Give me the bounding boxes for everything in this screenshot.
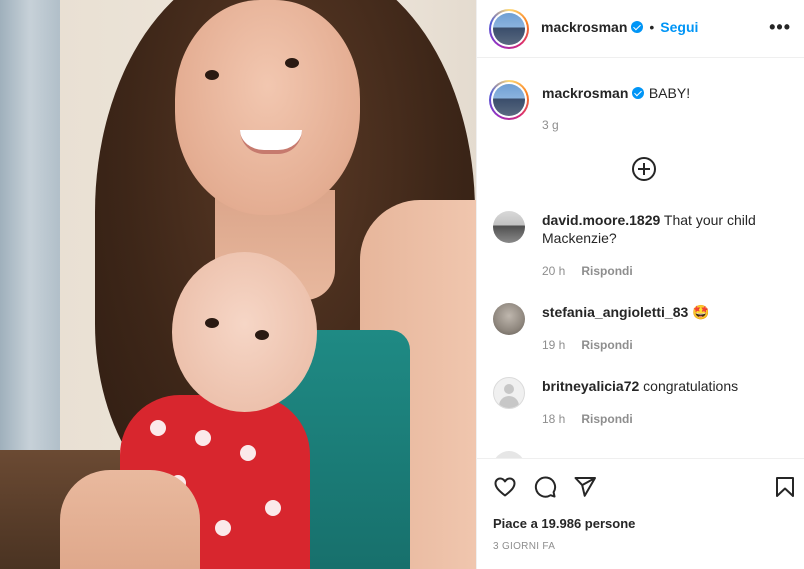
caption-username[interactable]: mackrosman [542, 85, 628, 101]
reply-button[interactable]: Rispondi [581, 338, 632, 352]
comment-username[interactable]: stefania_angioletti_83 [542, 304, 688, 320]
comment-text: congratulations [643, 378, 739, 394]
post-actions: Piace a 19.986 persone 3 GIORNI FA [477, 458, 804, 569]
photo-baby-eye [205, 318, 219, 328]
caption-text: BABY! [648, 85, 691, 101]
comment-meta: 20 h Rispondi [542, 264, 633, 278]
comment-age: 20 h [542, 264, 566, 278]
author-avatar[interactable] [489, 9, 529, 49]
comment-username[interactable]: david.moore.1829 [542, 212, 660, 228]
comment-username[interactable]: britneyalicia72 [542, 378, 639, 394]
photo-flower-dot [265, 500, 281, 516]
comment-meta: 18 h Rispondi [542, 412, 633, 426]
bookmark-icon[interactable] [773, 475, 797, 499]
author-line: mackrosman • Segui [541, 19, 698, 37]
photo-baby-face [172, 252, 317, 412]
heart-icon[interactable] [493, 475, 517, 499]
comment-item: david.moore.1829 That your child Mackenz… [542, 211, 782, 247]
comment-icon[interactable] [533, 475, 557, 499]
photo-mother-face [175, 0, 360, 215]
photo-eye [285, 58, 299, 68]
post-date: 3 GIORNI FA [493, 541, 556, 552]
follow-button[interactable]: Segui [660, 19, 698, 35]
caption-avatar[interactable] [489, 80, 529, 120]
verified-badge-icon [632, 87, 645, 99]
comment-item: stefania_angioletti_83 🤩 [542, 303, 782, 321]
verified-badge-icon [631, 21, 644, 33]
reply-button[interactable]: Rispondi [581, 264, 632, 278]
plus-circle-icon[interactable] [632, 157, 656, 181]
photo-baby-eye [255, 330, 269, 340]
photo-flower-dot [150, 420, 166, 436]
commenter-avatar[interactable] [493, 377, 525, 409]
comment-age: 18 h [542, 412, 566, 426]
photo-curtain [0, 0, 60, 460]
reply-button[interactable]: Rispondi [581, 412, 632, 426]
commenter-avatar[interactable] [493, 451, 525, 458]
photo-flower-dot [240, 445, 256, 461]
commenter-avatar[interactable] [493, 211, 525, 243]
comments-list[interactable]: mackrosman BABY! 3 g david.moore.1829 Th… [477, 58, 804, 458]
commenter-avatar[interactable] [493, 303, 525, 335]
comment-meta: 19 h Rispondi [542, 338, 633, 352]
comment-item: britneyalicia72 congratulations [542, 377, 782, 395]
photo-eye [205, 70, 219, 80]
photo-flower-dot [215, 520, 231, 536]
more-options-icon[interactable]: ••• [769, 18, 791, 36]
photo-hand [60, 470, 200, 569]
photo-flower-dot [195, 430, 211, 446]
comment-text: 🤩 [692, 304, 710, 320]
paper-plane-icon[interactable] [573, 475, 597, 499]
caption-line: mackrosman BABY! [542, 84, 690, 103]
comment-age: 19 h [542, 338, 566, 352]
likes-count[interactable]: Piace a 19.986 persone [493, 516, 635, 531]
post-photo[interactable] [0, 0, 476, 569]
post-header: mackrosman • Segui ••• [477, 0, 804, 58]
post-side-panel: mackrosman • Segui ••• mackrosman BABY! 3 … [476, 0, 804, 569]
author-username[interactable]: mackrosman [541, 19, 627, 35]
separator-dot: • [649, 19, 655, 35]
caption-age: 3 g [542, 118, 559, 132]
